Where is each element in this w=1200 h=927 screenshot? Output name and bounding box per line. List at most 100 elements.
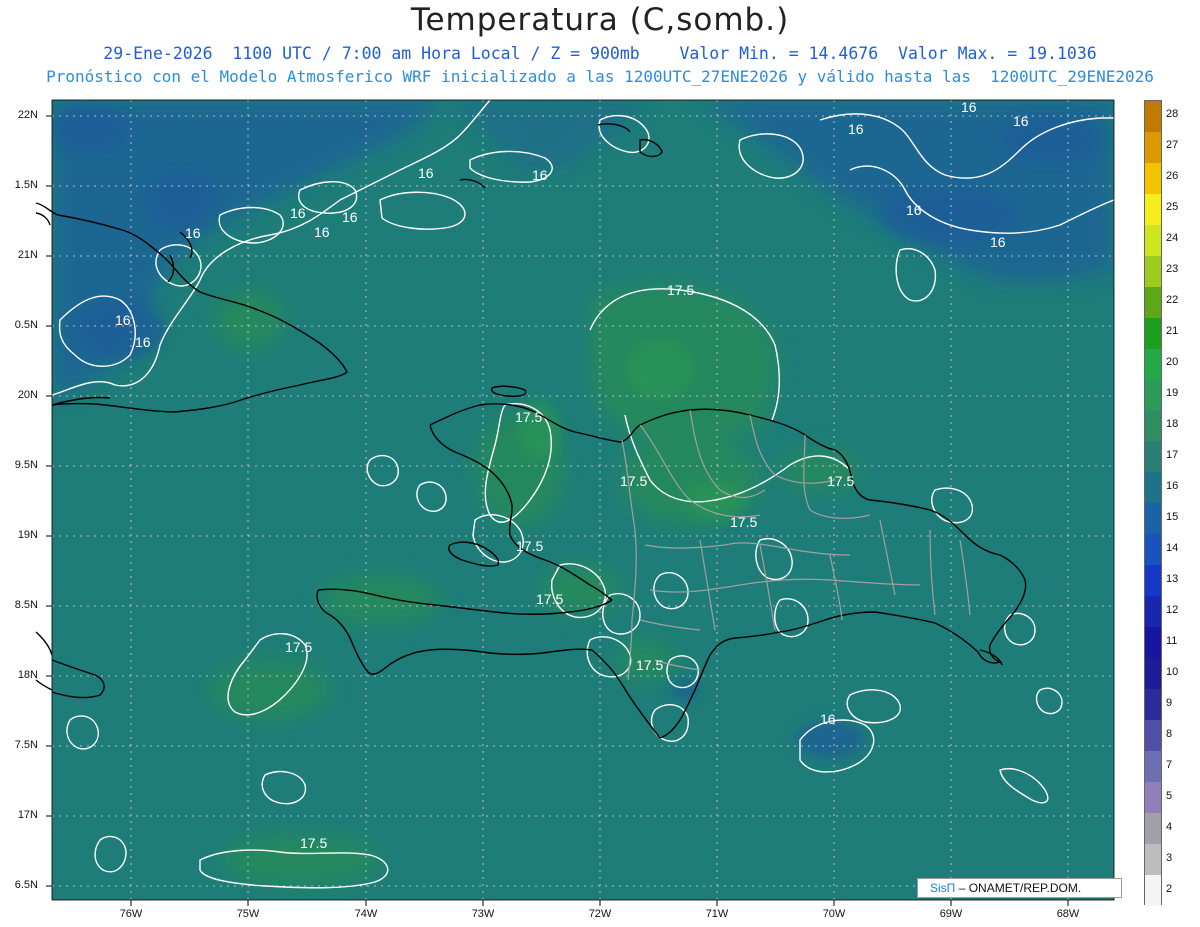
sispi-logo-text: SisΠ (930, 881, 956, 895)
contour-label: 17.5 (300, 835, 327, 851)
lon-label: 74W (354, 908, 378, 920)
color-scale-swatch (1145, 781, 1161, 813)
color-scale-label: 9 (1166, 696, 1173, 709)
contour-label: 16 (290, 205, 306, 221)
color-scale-swatch (1145, 131, 1161, 163)
contour-label: 17.5 (516, 538, 543, 554)
lat-label: 22N (17, 109, 38, 121)
color-scale-label: 28 (1166, 108, 1179, 121)
color-scale-swatch (1145, 441, 1161, 473)
lat-label: 8.5N (14, 599, 38, 611)
contour-label: 17.5 (536, 591, 563, 607)
color-scale-bar (1144, 100, 1162, 906)
color-scale-label: 3 (1166, 851, 1173, 864)
contour-label: 17.5 (636, 657, 663, 673)
lon-label: 72W (588, 908, 612, 920)
color-scale-swatch (1145, 565, 1161, 597)
contour-label: 17.5 (667, 282, 694, 298)
color-scale-label: 19 (1166, 387, 1179, 400)
color-scale-swatch (1145, 472, 1161, 504)
lat-label: 7.5N (14, 739, 38, 751)
lat-label: 0.5N (14, 319, 38, 331)
contour-label: 17.5 (620, 473, 647, 489)
color-scale-swatch (1145, 348, 1161, 380)
lat-label: 9.5N (14, 459, 38, 471)
lon-label: 76W (119, 908, 143, 920)
lon-label: 73W (471, 908, 495, 920)
color-scale-label: 16 (1166, 480, 1179, 493)
lat-label: 17N (17, 809, 38, 821)
contour-label: 16 (1013, 113, 1029, 129)
lon-label: 71W (705, 908, 729, 920)
color-scale-label: 26 (1166, 170, 1179, 183)
color-scale-label: 20 (1166, 356, 1179, 369)
color-scale-label: 15 (1166, 510, 1179, 523)
color-scale-label: 14 (1166, 541, 1179, 554)
lon-label: 75W (236, 908, 260, 920)
color-scale-swatch (1145, 689, 1161, 721)
color-scale-swatch (1145, 720, 1161, 752)
contour-label: 17.5 (827, 473, 854, 489)
color-scale-swatch (1145, 255, 1161, 287)
color-scale-label: 17 (1166, 449, 1179, 462)
color-scale-swatch (1145, 193, 1161, 225)
contour-label: 16 (532, 167, 548, 183)
credit-text: – ONAMET/REP.DOM. (958, 881, 1082, 895)
lon-label: 69W (939, 908, 963, 920)
contour-label: 16 (990, 234, 1006, 250)
color-scale-label: 18 (1166, 418, 1179, 431)
color-scale-label: 5 (1166, 789, 1173, 802)
color-scale-label: 21 (1166, 325, 1179, 338)
color-scale-swatch (1145, 101, 1161, 132)
color-scale-label: 2 (1166, 882, 1173, 895)
lat-label: 6.5N (14, 879, 38, 891)
contour-label: 16 (820, 711, 836, 727)
color-scale-swatch (1145, 162, 1161, 194)
contour-label: 16 (418, 165, 434, 181)
color-scale-label: 22 (1166, 294, 1179, 307)
color-scale-swatch (1145, 596, 1161, 628)
credit-box: SisΠ – ONAMET/REP.DOM. (917, 878, 1122, 898)
lon-label: 68W (1056, 908, 1080, 920)
lat-label: 21N (17, 249, 38, 261)
shaded-field (52, 100, 1114, 900)
color-scale-swatch (1145, 874, 1161, 906)
lat-label: 20N (17, 389, 38, 401)
color-scale-label: 10 (1166, 665, 1179, 678)
color-scale-label: 11 (1166, 634, 1178, 647)
contour-label: 16 (115, 312, 131, 328)
contour-label: 16 (342, 209, 358, 225)
contour-label: 16 (961, 99, 977, 115)
contour-label: 16 (135, 334, 151, 350)
contour-label: 17.5 (285, 639, 312, 655)
lon-label: 70W (822, 908, 846, 920)
color-scale-swatch (1145, 286, 1161, 318)
color-scale-label: 7 (1166, 758, 1173, 771)
contour-label: 16 (906, 202, 922, 218)
contour-label: 16 (185, 225, 201, 241)
contour-label: 16 (314, 224, 330, 240)
lat-label: 19N (17, 529, 38, 541)
color-scale-label: 12 (1166, 603, 1179, 616)
color-scale-swatch (1145, 379, 1161, 411)
color-scale-swatch (1145, 317, 1161, 349)
color-scale-swatch (1145, 812, 1161, 844)
contour-label: 17.5 (515, 409, 542, 425)
color-scale-label: 27 (1166, 139, 1179, 152)
color-scale-swatch (1145, 410, 1161, 442)
color-scale-label: 23 (1166, 263, 1179, 276)
color-scale-label: 4 (1166, 820, 1173, 833)
color-scale-label: 24 (1166, 232, 1179, 245)
color-scale-swatch (1145, 224, 1161, 256)
color-scale-label: 8 (1166, 727, 1173, 740)
lat-label: 18N (17, 669, 38, 681)
contour-label: 16 (848, 121, 864, 137)
color-scale-swatch (1145, 843, 1161, 875)
color-scale-swatch (1145, 503, 1161, 535)
lat-label: 1.5N (14, 179, 38, 191)
temperature-map: 16 16 16 16 16 16 16 16 16 16 16 16 16 1… (35, 99, 1115, 906)
color-scale-swatch (1145, 534, 1161, 566)
contour-label: 17.5 (730, 514, 757, 530)
color-scale-swatch (1145, 658, 1161, 690)
color-scale-label: 25 (1166, 201, 1179, 214)
